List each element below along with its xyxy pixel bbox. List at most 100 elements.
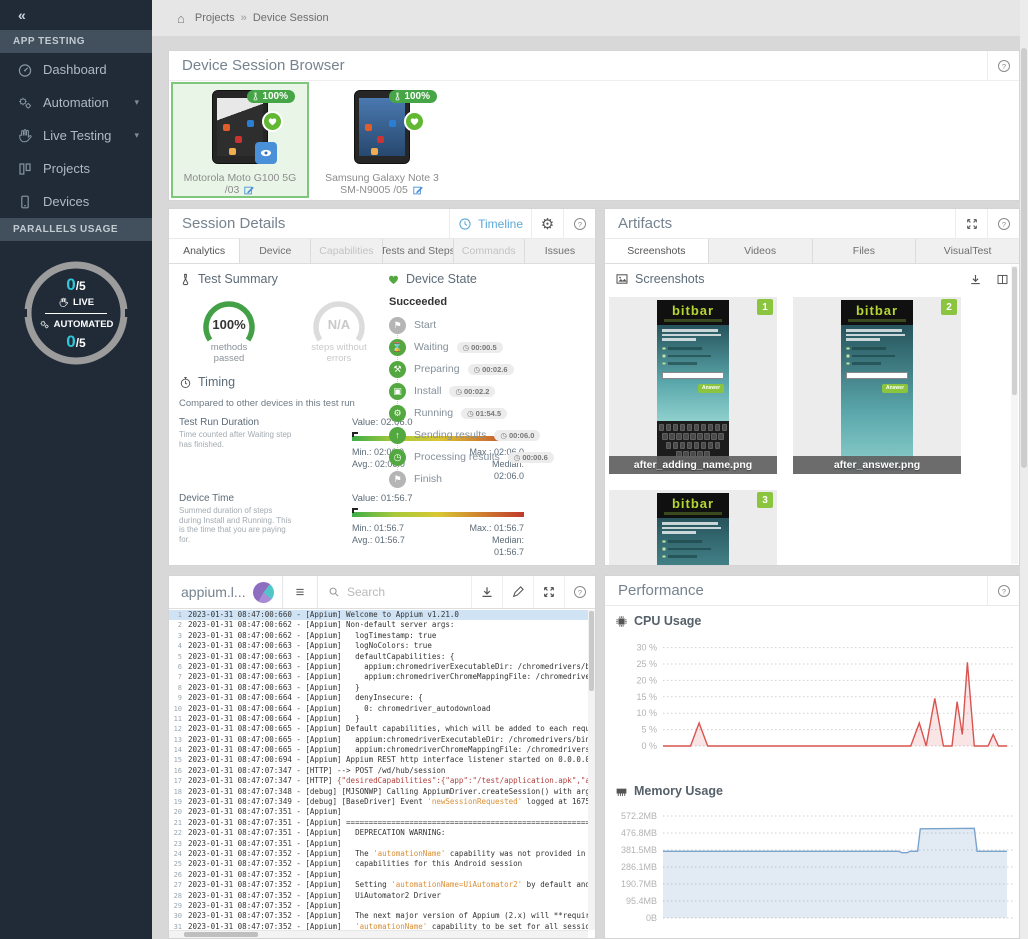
live-usage-label: LIVE xyxy=(58,297,94,308)
log-line-text: 2023-01-31 08:47:00:664 - [Appium] 0: ch… xyxy=(185,704,491,714)
log-line[interactable]: 162023-01-31 08:47:07:347 - [HTTP] --> P… xyxy=(169,766,588,776)
columns-icon[interactable] xyxy=(996,273,1009,286)
settings-button[interactable]: ⚙ xyxy=(531,209,563,238)
log-line[interactable]: 132023-01-31 08:47:00:665 - [Appium] app… xyxy=(169,735,588,745)
log-type-icon[interactable] xyxy=(253,582,274,603)
log-line[interactable]: 112023-01-31 08:47:00:664 - [Appium] } xyxy=(169,714,588,724)
step-finish: ⚑Finish xyxy=(389,468,587,490)
log-download-button[interactable] xyxy=(471,576,502,608)
help-button[interactable] xyxy=(987,576,1019,605)
log-line[interactable]: 172023-01-31 08:47:07:347 - [HTTP] {"des… xyxy=(169,776,588,786)
download-icon[interactable] xyxy=(969,273,982,286)
log-line[interactable]: 192023-01-31 08:47:07:349 - [debug] [Bas… xyxy=(169,797,588,807)
log-line-number: 15 xyxy=(169,755,185,765)
svg-text:30 %: 30 % xyxy=(636,643,657,653)
log-line[interactable]: 122023-01-31 08:47:00:665 - [Appium] Def… xyxy=(169,724,588,734)
tab-screenshots[interactable]: Screenshots xyxy=(605,239,709,263)
step-install: ▣Install◷00:02.2 xyxy=(389,380,587,402)
timeline-button[interactable]: Timeline xyxy=(449,209,531,238)
sidebar-item-automation[interactable]: Automation▾ xyxy=(0,86,152,119)
log-line-text: 2023-01-31 08:47:07:351 - [Appium] =====… xyxy=(185,818,588,828)
sidebar-item-dashboard[interactable]: Dashboard xyxy=(0,53,152,86)
sidebar-item-projects[interactable]: Projects xyxy=(0,152,152,185)
log-brush-button[interactable] xyxy=(502,576,533,608)
tab-visualtest[interactable]: VisualTest xyxy=(916,239,1019,263)
tab-tests-and-steps[interactable]: Tests and Steps xyxy=(383,239,454,263)
home-icon[interactable]: ⌂ xyxy=(177,11,185,26)
artifacts-panel: Artifacts ScreenshotsVideosFilesVisualTe… xyxy=(604,208,1020,566)
metric-value: Value: 01:56.7 xyxy=(352,493,524,504)
log-list-button[interactable]: ≡ xyxy=(283,576,317,608)
log-line[interactable]: 12023-01-31 08:47:00:660 - [Appium] Welc… xyxy=(169,610,588,620)
svg-text:476.8MB: 476.8MB xyxy=(621,828,657,838)
log-line[interactable]: 42023-01-31 08:47:00:663 - [Appium] logN… xyxy=(169,641,588,651)
tab-videos[interactable]: Videos xyxy=(709,239,813,263)
tools-icon: ⚒ xyxy=(389,361,406,378)
tab-device[interactable]: Device xyxy=(240,239,311,263)
log-line-number: 20 xyxy=(169,807,185,817)
log-line[interactable]: 92023-01-31 08:47:00:664 - [Appium] deny… xyxy=(169,693,588,703)
sidebar-item-live-testing[interactable]: Live Testing▾ xyxy=(0,119,152,152)
log-line[interactable]: 52023-01-31 08:47:00:663 - [Appium] defa… xyxy=(169,652,588,662)
tab-commands[interactable]: Commands xyxy=(454,239,525,263)
log-search-input[interactable] xyxy=(347,585,461,599)
sidebar-item-devices[interactable]: Devices xyxy=(0,185,152,218)
log-line[interactable]: 262023-01-31 08:47:07:352 - [Appium] xyxy=(169,870,588,880)
watch-badge[interactable] xyxy=(255,142,277,164)
log-line[interactable]: 72023-01-31 08:47:00:663 - [Appium] appi… xyxy=(169,672,588,682)
log-line[interactable]: 282023-01-31 08:47:07:352 - [Appium] UiA… xyxy=(169,891,588,901)
tab-issues[interactable]: Issues xyxy=(525,239,595,263)
log-line[interactable]: 242023-01-31 08:47:07:352 - [Appium] The… xyxy=(169,849,588,859)
help-button[interactable] xyxy=(987,209,1019,238)
panel-title: Artifacts xyxy=(618,215,672,232)
sidebar-collapse-button[interactable]: « xyxy=(0,0,152,30)
metric-name: Device Time xyxy=(179,493,294,504)
screenshot-thumbnail-1[interactable]: bitbarAnswer1after_adding_name.png xyxy=(609,297,777,474)
edit-pencil-icon[interactable] xyxy=(412,184,424,196)
log-line[interactable]: 102023-01-31 08:47:00:664 - [Appium] 0: … xyxy=(169,704,588,714)
log-line[interactable]: 292023-01-31 08:47:07:352 - [Appium] xyxy=(169,901,588,911)
screenshot-thumbnail-2[interactable]: bitbarAnswer2after_answer.png xyxy=(793,297,961,474)
help-button[interactable] xyxy=(564,576,595,608)
log-line[interactable]: 302023-01-31 08:47:07:352 - [Appium] The… xyxy=(169,911,588,921)
hand-icon xyxy=(58,297,69,308)
log-line[interactable]: 202023-01-31 08:47:07:351 - [Appium] xyxy=(169,807,588,817)
tab-capabilities[interactable]: Capabilities xyxy=(311,239,382,263)
log-expand-button[interactable] xyxy=(533,576,564,608)
step-running: ⚙Running◷01:54.5 xyxy=(389,402,587,424)
log-vertical-scrollbar[interactable] xyxy=(588,610,595,930)
device-card-samsung-galaxy-note-3[interactable]: 100%Samsung Galaxy Note 3SM-N9005 /05 xyxy=(313,82,451,198)
tab-files[interactable]: Files xyxy=(813,239,917,263)
appium-log-panel: appium.l... ≡ 12023-01-31 08:47:00:660 -… xyxy=(168,575,596,939)
log-line[interactable]: 272023-01-31 08:47:07:352 - [Appium] Set… xyxy=(169,880,588,890)
live-usage-count: 0/5 xyxy=(66,275,85,295)
artifacts-scrollbar[interactable] xyxy=(1011,266,1018,564)
tab-analytics[interactable]: Analytics xyxy=(169,239,240,263)
page-scrollbar[interactable] xyxy=(1020,0,1028,939)
edit-pencil-icon[interactable] xyxy=(243,184,255,196)
sidebar-item-label: Devices xyxy=(43,194,89,209)
device-card-motorola-moto-g100-5g[interactable]: 100%Motorola Moto G100 5G/03 xyxy=(171,82,309,198)
expand-button[interactable] xyxy=(955,209,987,238)
log-line[interactable]: 182023-01-31 08:47:07:348 - [debug] [MJS… xyxy=(169,787,588,797)
log-horizontal-scrollbar[interactable] xyxy=(169,930,588,938)
log-line[interactable]: 152023-01-31 08:47:00:694 - [Appium] App… xyxy=(169,755,588,765)
log-line[interactable]: 142023-01-31 08:47:00:665 - [Appium] app… xyxy=(169,745,588,755)
screenshot-thumbnail-3[interactable]: bitbarAnswer3 xyxy=(609,490,777,565)
log-line[interactable]: 212023-01-31 08:47:07:351 - [Appium] ===… xyxy=(169,818,588,828)
help-button[interactable] xyxy=(563,209,595,238)
log-line[interactable]: 222023-01-31 08:47:07:351 - [Appium] DEP… xyxy=(169,828,588,838)
log-line-number: 14 xyxy=(169,745,185,755)
log-line[interactable]: 32023-01-31 08:47:00:662 - [Appium] logT… xyxy=(169,631,588,641)
log-line[interactable]: 82023-01-31 08:47:00:663 - [Appium] } xyxy=(169,683,588,693)
log-file-title[interactable]: appium.l... xyxy=(169,584,253,600)
log-line[interactable]: 252023-01-31 08:47:07:352 - [Appium] cap… xyxy=(169,859,588,869)
log-line[interactable]: 22023-01-31 08:47:00:662 - [Appium] Non-… xyxy=(169,620,588,630)
heart-pulse-icon xyxy=(267,116,278,127)
help-button[interactable] xyxy=(987,51,1019,80)
breadcrumb-item-projects[interactable]: Projects xyxy=(195,12,235,24)
step-label: Sending results xyxy=(414,429,486,441)
log-line[interactable]: 62023-01-31 08:47:00:663 - [Appium] appi… xyxy=(169,662,588,672)
log-line-text: 2023-01-31 08:47:07:347 - [HTTP] {"desir… xyxy=(185,776,588,786)
log-line[interactable]: 232023-01-31 08:47:07:351 - [Appium] xyxy=(169,839,588,849)
